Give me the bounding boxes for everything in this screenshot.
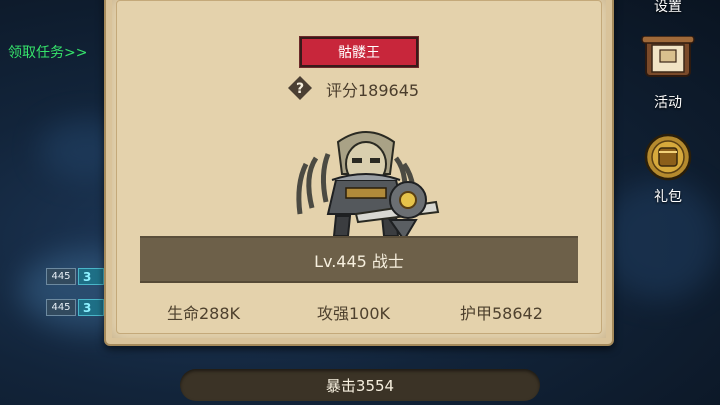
help-icon[interactable]: ? xyxy=(287,75,313,101)
unit-level-badge: 445 xyxy=(46,299,76,316)
skeleton-king-portrait xyxy=(296,131,440,242)
attack-stat: 攻强100K xyxy=(317,304,391,323)
boss-name-tag: 骷髅王 xyxy=(299,36,419,68)
gift-pack-button[interactable]: 礼包 xyxy=(632,132,704,206)
scroll-icon xyxy=(641,35,695,77)
claim-task-link[interactable]: 领取任务>> xyxy=(8,42,87,62)
giftbag-icon xyxy=(644,133,692,181)
gift-pack-label: 礼包 xyxy=(654,189,682,205)
settings-label: 设置 xyxy=(654,0,682,15)
crit-stat-bar: 暴击3554 xyxy=(180,369,540,401)
svg-text:?: ? xyxy=(296,81,304,97)
unit-count: 3 xyxy=(78,268,104,285)
armor-stat: 护甲58642 xyxy=(460,304,543,323)
level-class-banner: Lv.445 战士 xyxy=(140,236,578,283)
power-score: 评分189645 xyxy=(326,81,420,100)
activity-label: 活动 xyxy=(654,95,682,111)
activity-button[interactable]: 活动 xyxy=(632,35,704,112)
unit-level-badge: 445 xyxy=(46,268,76,285)
unit-count: 3 xyxy=(78,299,104,316)
settings-button[interactable]: 设置 xyxy=(632,0,704,16)
hp-stat: 生命288K xyxy=(167,304,241,323)
crit-stat: 暴击3554 xyxy=(325,376,395,395)
level-class-text: Lv.445 战士 xyxy=(314,251,404,271)
